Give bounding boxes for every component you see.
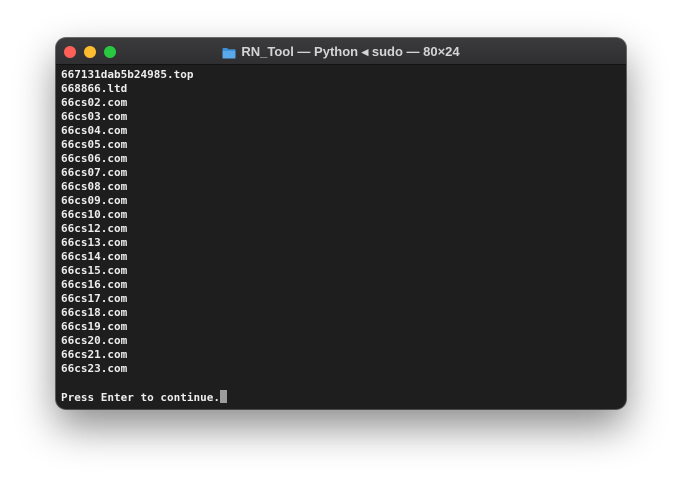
output-line: 66cs12.com (61, 222, 128, 235)
window-title-group: RN_Tool — Python ◂ sudo — 80×24 (56, 38, 626, 65)
output-line: 66cs18.com (61, 306, 128, 319)
output-line: 66cs17.com (61, 292, 128, 305)
output-line: 66cs08.com (61, 180, 128, 193)
output-line: 66cs09.com (61, 194, 128, 207)
output-line: 66cs05.com (61, 138, 128, 151)
output-line: 66cs13.com (61, 236, 128, 249)
terminal-window: RN_Tool — Python ◂ sudo — 80×24 667131da… (56, 38, 626, 409)
continue-prompt-line: Press Enter to continue. (61, 390, 621, 404)
output-line: 66cs16.com (61, 278, 128, 291)
output-line: 668866.ltd (61, 82, 128, 95)
output-line: 66cs10.com (61, 208, 128, 221)
output-line: 66cs03.com (61, 110, 128, 123)
output-line: 66cs23.com (61, 362, 128, 375)
output-line: 66cs07.com (61, 166, 128, 179)
folder-icon (222, 46, 236, 58)
text-cursor (219, 390, 227, 403)
output-line: 66cs21.com (61, 348, 128, 361)
output-lines: 667131dab5b24985.top 668866.ltd 66cs02.com… (61, 68, 621, 376)
window-title: RN_Tool — Python ◂ sudo — 80×24 (241, 43, 460, 59)
output-line: 66cs15.com (61, 264, 128, 277)
output-line: 66cs19.com (61, 320, 128, 333)
title-bar[interactable]: RN_Tool — Python ◂ sudo — 80×24 (56, 38, 626, 65)
output-line: 66cs02.com (61, 96, 128, 109)
output-line: 66cs04.com (61, 124, 128, 137)
output-line: 66cs20.com (61, 334, 128, 347)
output-line: 66cs14.com (61, 250, 128, 263)
continue-prompt: Press Enter to continue. (61, 391, 220, 404)
output-line: 66cs06.com (61, 152, 128, 165)
terminal-output[interactable]: 667131dab5b24985.top 668866.ltd 66cs02.com… (61, 68, 621, 404)
output-line: 667131dab5b24985.top (61, 68, 194, 81)
